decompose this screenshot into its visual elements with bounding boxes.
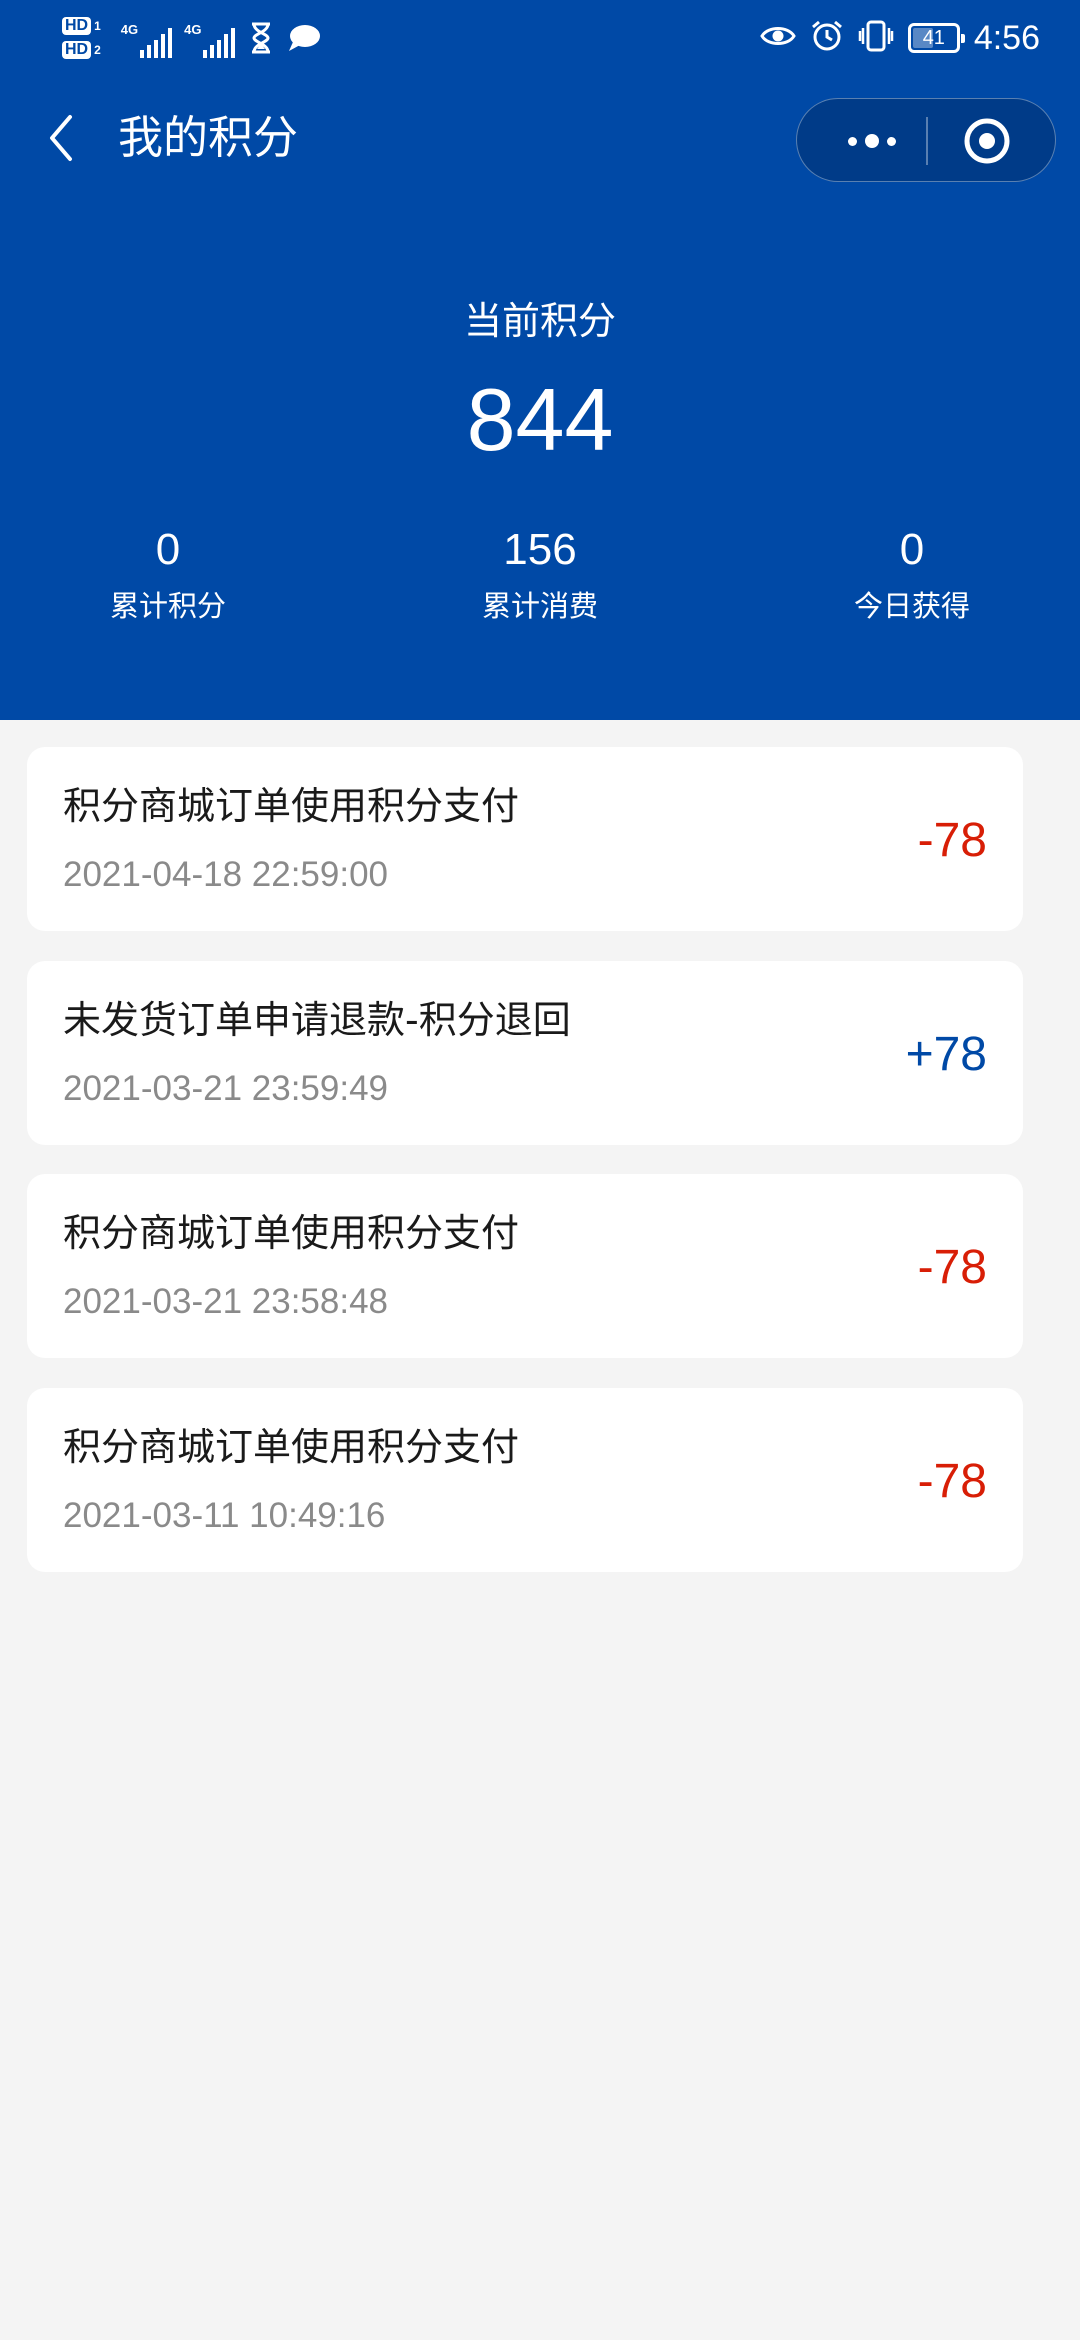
signal-bars-icon [203,28,236,58]
stat-value: 156 [503,525,577,574]
record-amount: -78 [917,1241,987,1294]
eye-icon [760,23,796,53]
alarm-clock-icon [810,19,844,57]
target-circle-icon [964,118,1010,164]
battery-icon: 41 [907,23,965,53]
miniprogram-capsule [796,98,1056,182]
chat-bubble-icon [287,23,321,53]
record-title: 积分商城订单使用积分支付 [63,1425,520,1469]
status-bar: HD 1 HD 2 4G 4G 41 4:56 [0,0,1080,72]
stat-value: 0 [155,525,181,574]
chevron-left-icon [50,115,72,161]
stat-total-spent: 156 累计消费 [410,522,670,626]
network-type-label: 4G [184,22,202,37]
nav-bar: 我的积分 [0,88,1080,188]
record-amount: -78 [917,814,987,867]
hd-label: HD [62,17,92,35]
points-record[interactable]: 积分商城订单使用积分支付 2021-03-11 10:49:16 -78 [27,1388,1023,1572]
signal-sim1: 4G [120,18,173,58]
hd-indicator-2: HD 2 [62,41,101,59]
vibrate-icon [858,19,894,57]
current-points-value: 844 [466,370,614,469]
page-title: 我的积分 [118,111,299,164]
status-bar-left: HD 1 HD 2 4G 4G [62,8,321,68]
record-time: 2021-03-21 23:59:49 [63,1069,388,1108]
hd-label: HD [62,41,92,59]
stat-label: 累计消费 [481,589,598,623]
record-time: 2021-03-11 10:49:16 [63,1496,386,1535]
hd-indicators: HD 1 HD 2 [62,17,101,59]
more-button[interactable] [827,99,917,183]
hd-indicator-1: HD 1 [62,17,101,35]
points-record[interactable]: 未发货订单申请退款-积分退回 2021-03-21 23:59:49 +78 [27,961,1023,1145]
record-amount: +78 [905,1028,987,1081]
more-dots-icon [865,134,879,148]
stat-today-earned: 0 今日获得 [782,522,1042,626]
record-time: 2021-04-18 22:59:00 [63,855,388,894]
points-record[interactable]: 积分商城订单使用积分支付 2021-03-21 23:58:48 -78 [27,1174,1023,1358]
signal-sim2: 4G [184,18,236,58]
hd-sim-number: 2 [94,43,101,57]
stat-label: 累计积分 [109,589,226,623]
record-title: 积分商城订单使用积分支付 [63,784,520,828]
battery-level: 41 [922,26,945,49]
record-title: 积分商城订单使用积分支付 [63,1211,520,1255]
hourglass-icon [249,22,273,54]
capsule-divider [926,117,928,165]
points-header: HD 1 HD 2 4G 4G 41 4:56 我的积分 当前积分 844 0 … [0,0,1080,720]
record-time: 2021-03-21 23:58:48 [63,1282,388,1321]
status-time: 4:56 [973,18,1040,57]
signal-bars-icon [140,28,173,58]
points-record[interactable]: 积分商城订单使用积分支付 2021-04-18 22:59:00 -78 [27,747,1023,931]
network-type-label: 4G [120,22,139,37]
close-miniprogram-button[interactable] [962,116,1012,166]
stat-total-points: 0 累计积分 [38,522,298,626]
record-amount: -78 [917,1455,987,1508]
stat-label: 今日获得 [853,589,970,623]
current-points-label: 当前积分 [463,299,616,343]
more-dots-icon [848,136,857,146]
hd-sim-number: 1 [94,19,101,33]
status-bar-right: 41 4:56 [760,8,1040,68]
stat-value: 0 [899,525,925,574]
record-title: 未发货订单申请退款-积分退回 [63,998,571,1042]
back-button[interactable] [36,113,86,163]
more-dots-icon [887,136,896,146]
